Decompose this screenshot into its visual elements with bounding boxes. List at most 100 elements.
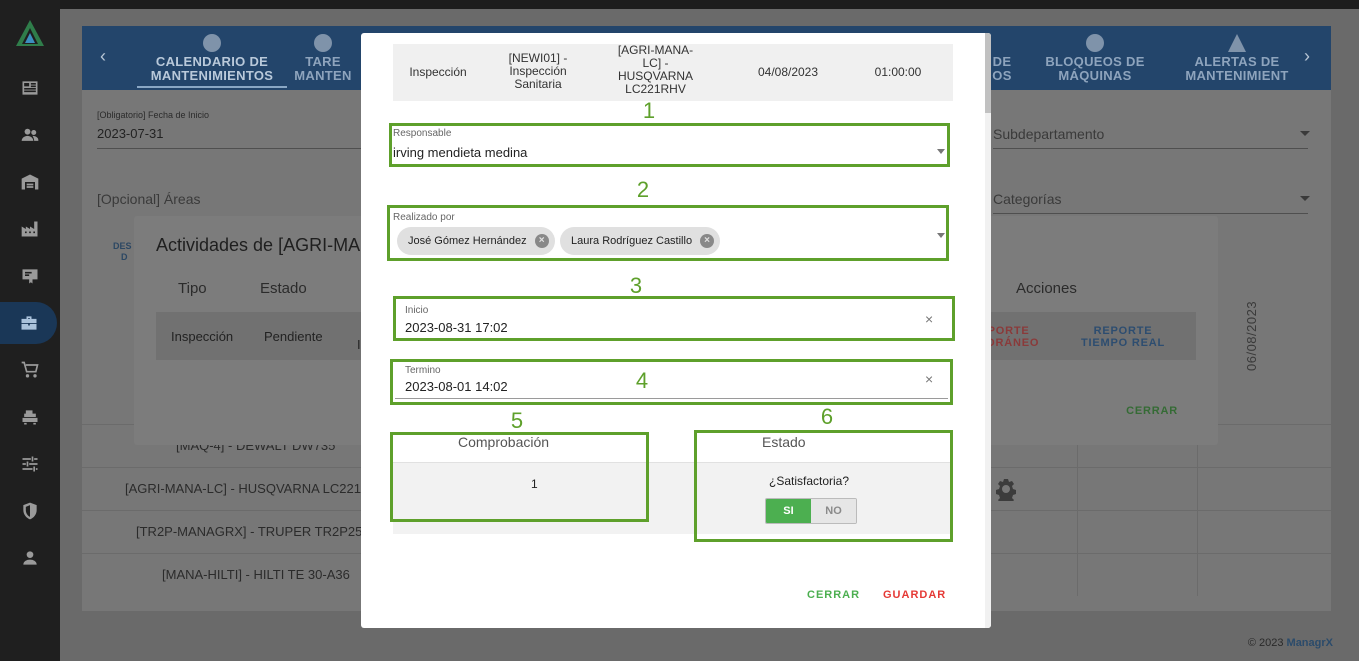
- chevron-down-icon[interactable]: [937, 149, 945, 154]
- sidebar-item-machines[interactable]: [0, 396, 60, 438]
- footer: © 2023 ManagrX: [1248, 637, 1333, 649]
- tab-calendar[interactable]: CALENDARIO DE MANTENIMIENTOS: [137, 34, 287, 88]
- sidebar-item-certificate[interactable]: [0, 255, 60, 297]
- modal-save-button[interactable]: GUARDAR: [883, 589, 946, 601]
- categories-underline: [993, 213, 1308, 214]
- link-line2: TIEMPO REAL: [1081, 337, 1165, 349]
- tab-label-line2: MANTEN: [294, 68, 352, 83]
- summary-task: [NEWI01] - Inspección Sanitaria: [493, 52, 583, 91]
- chevron-down-icon[interactable]: [937, 233, 945, 238]
- remove-chip-icon[interactable]: ×: [700, 234, 715, 248]
- tab-label-line2: OS: [992, 68, 1012, 83]
- copyright-text: © 2023: [1247, 637, 1284, 649]
- inicio-field[interactable]: 2023-08-31 17:02: [405, 320, 508, 335]
- real-time-report-link[interactable]: REPORTE TIEMPO REAL: [1081, 325, 1165, 349]
- column-divider: [1197, 424, 1198, 596]
- summary-machine-line1: [AGRI-MANA-: [617, 43, 694, 57]
- areas-select[interactable]: [Opcional] Áreas: [97, 191, 201, 207]
- tasks-icon: [314, 34, 332, 52]
- sidebar-item-profile[interactable]: [0, 537, 60, 579]
- summary-machine: [AGRI-MANA- LC] - HUSQVARNA LC221RHV: [603, 44, 708, 96]
- tab-label-line2: MANTENIMIENT: [1185, 68, 1289, 83]
- tab-label-line1: TARE: [305, 54, 341, 69]
- termino-field[interactable]: 2023-08-01 14:02: [405, 379, 508, 394]
- clear-icon[interactable]: ×: [925, 371, 933, 387]
- cart-icon: [21, 361, 39, 378]
- performer-chip[interactable]: Laura Rodríguez Castillo ×: [560, 227, 721, 255]
- tab-label-line1: DE: [992, 54, 1012, 69]
- modal-close-button[interactable]: CERRAR: [807, 589, 860, 601]
- tab-tasks[interactable]: TARE MANTEN: [288, 34, 358, 88]
- summary-duration: 01:00:00: [874, 65, 922, 79]
- summary-task-line3: Sanitaria: [514, 77, 562, 91]
- shield-icon: [23, 502, 37, 520]
- link-line1: PORTE: [987, 325, 1030, 337]
- categories-select[interactable]: Categorías: [993, 191, 1061, 207]
- certificate-icon: [22, 269, 38, 284]
- warehouse-icon: [21, 174, 39, 190]
- sidebar-item-factory[interactable]: [0, 208, 60, 250]
- column-header-acciones: Acciones: [1016, 280, 1077, 297]
- chevron-down-icon: [1300, 131, 1310, 136]
- tab-label-line1: BLOQUEOS DE: [1045, 54, 1145, 69]
- tabs-prev-icon[interactable]: ‹: [100, 46, 106, 67]
- activities-dialog-title: Actividades de [AGRI-MA: [156, 235, 361, 255]
- summary-type: Inspección: [409, 65, 467, 79]
- column-divider: [1077, 424, 1078, 596]
- summary-machine-line3: HUSQVARNA: [617, 69, 694, 83]
- clear-icon[interactable]: ×: [925, 311, 933, 327]
- performer-name: Laura Rodríguez Castillo: [571, 235, 693, 247]
- sidebar-item-people[interactable]: [0, 114, 60, 156]
- sidebar-item-tools[interactable]: [0, 302, 57, 344]
- date-column-header: 06/08/2023: [1244, 300, 1259, 371]
- sidebar-item-cart[interactable]: [0, 349, 60, 391]
- activities-close-button[interactable]: CERRAR: [1126, 405, 1178, 417]
- marker-6: 6: [820, 404, 834, 429]
- remove-chip-icon[interactable]: ×: [534, 234, 549, 248]
- tabs-next-icon[interactable]: ›: [1304, 46, 1310, 67]
- highlight-box-6: [694, 430, 953, 542]
- top-bar: [0, 0, 1359, 9]
- warning-icon: [1228, 34, 1246, 52]
- termino-underline: [395, 398, 948, 399]
- column-header-tipo: Tipo: [178, 280, 207, 297]
- sidebar-item-security[interactable]: [0, 490, 60, 532]
- toolbox-icon: [21, 316, 36, 330]
- chevron-down-icon: [1300, 196, 1310, 201]
- performer-name: José Gómez Hernández: [408, 235, 527, 247]
- sidebar: [0, 0, 60, 661]
- tab-maintenance-alerts[interactable]: ALERTAS DE MANTENIMIENT: [1172, 34, 1302, 88]
- link-line1: REPORTE: [1093, 325, 1153, 337]
- tab-label-line1: ALERTAS DE: [1194, 54, 1280, 69]
- marker-1: 1: [642, 98, 656, 123]
- scrollbar-thumb[interactable]: [985, 33, 991, 113]
- machine-name: [TR2P-MANAGRX] - TRUPER TR2P25G: [136, 524, 373, 539]
- sidebar-item-warehouse[interactable]: [0, 161, 60, 203]
- sidebar-item-settings[interactable]: [0, 443, 60, 485]
- subdepartment-select[interactable]: Subdepartamento: [993, 126, 1104, 142]
- start-date-underline: [97, 148, 377, 149]
- tab-machine-locks[interactable]: BLOQUEOS DE MÁQUINAS: [1035, 34, 1155, 88]
- desc-column-partial: DES D: [113, 241, 132, 263]
- machine-name: [MANA-HILTI] - HILTI TE 30-A36: [162, 567, 350, 582]
- subdepartment-underline: [993, 148, 1308, 149]
- responsable-label: Responsable: [393, 128, 452, 139]
- performer-chip[interactable]: José Gómez Hernández ×: [397, 227, 555, 255]
- sidebar-item-news[interactable]: [0, 67, 60, 109]
- gear-icon[interactable]: [994, 477, 1018, 501]
- highlight-box-5: [390, 432, 649, 522]
- modal-scrollbar[interactable]: [985, 33, 991, 628]
- newspaper-icon: [22, 81, 38, 95]
- termino-label: Termino: [405, 365, 441, 376]
- calendar-icon: [203, 34, 221, 52]
- factory-icon: [21, 221, 38, 237]
- sliders-icon: [22, 456, 38, 472]
- summary-date: 04/08/2023: [757, 65, 819, 79]
- inicio-label: Inicio: [405, 305, 429, 316]
- responsable-select[interactable]: irving mendieta medina: [393, 145, 527, 160]
- tab-label-line1: CALENDARIO DE: [155, 54, 269, 69]
- marker-2: 2: [636, 177, 650, 202]
- managrx-logo-icon[interactable]: [14, 18, 46, 48]
- start-date-field[interactable]: 2023-07-31: [97, 126, 164, 141]
- start-date-label: [Obligatorio] Fecha de Inicio: [97, 110, 210, 120]
